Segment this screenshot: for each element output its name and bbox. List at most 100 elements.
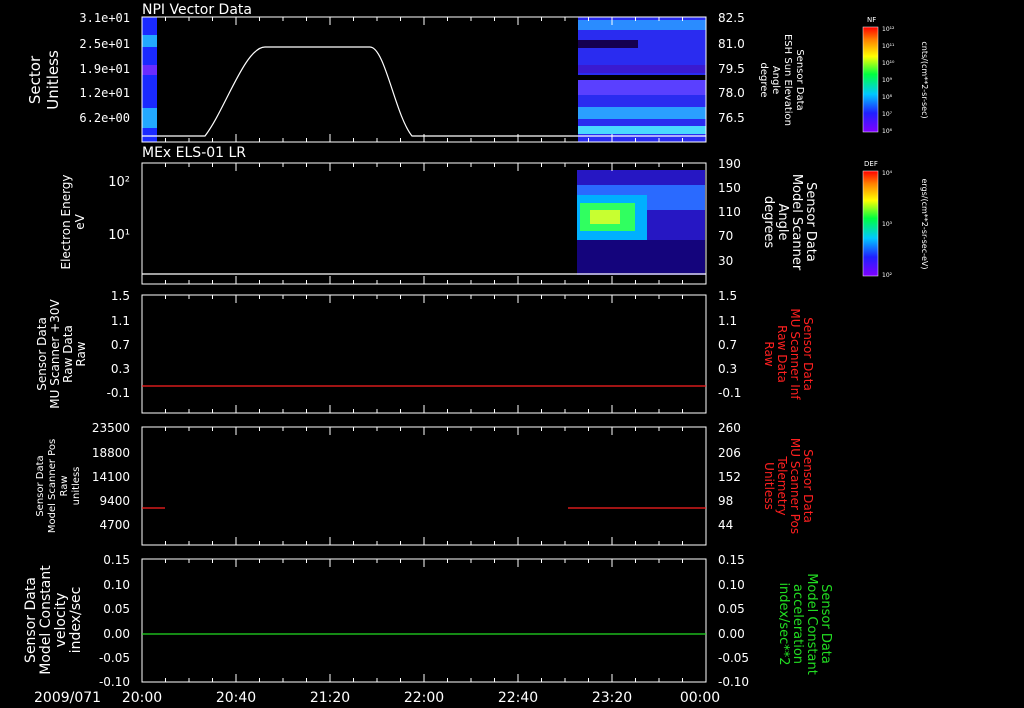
time-tick-label: 00:00 <box>680 690 720 706</box>
panel1-ytick: 2.5e+01 <box>79 37 130 51</box>
colorbar-nf-tick: 10⁶ <box>882 128 893 135</box>
panel1-data-band <box>578 80 706 95</box>
colorbar-nf-tick: 10⁹ <box>882 77 893 84</box>
panel3-ylabel-line: Raw Data <box>61 325 75 383</box>
panel2-heatmap <box>577 170 705 275</box>
panel3-ylabel-line: MU Scanner +30V <box>48 299 62 409</box>
panel2-ylabel-line: eV <box>73 213 87 229</box>
colorbar-def-gradient <box>862 170 879 277</box>
panel1-y2label-line: Angle <box>770 66 781 94</box>
panel2-data-peak <box>590 210 620 224</box>
panel5-ytick: -0.10 <box>99 675 130 689</box>
colorbar-def-tick: 10³ <box>882 221 893 228</box>
panel2-y2tick: 150 <box>718 181 741 195</box>
panel5-y2tick: 0.00 <box>718 627 745 641</box>
panel1-y2label-line: degree <box>758 62 769 97</box>
time-tick-label: 21:20 <box>310 690 350 706</box>
panel1-y2tick: 76.5 <box>718 111 745 125</box>
time-tick-label: 20:00 <box>122 690 162 706</box>
panel5-ytick: 0.10 <box>103 578 130 592</box>
colorbar-nf-gradient <box>862 26 879 133</box>
colorbar-def-tick: 10⁴ <box>882 170 893 177</box>
panel4-ylabel-line: Sensor Data <box>35 455 46 516</box>
panel2-ylabel-line: Electron Energy <box>59 174 73 269</box>
panel1-ylabel: Sector Unitless <box>26 50 62 110</box>
panel3-ytick: -0.1 <box>107 386 130 400</box>
panel5-y2tick: -0.10 <box>718 675 749 689</box>
panel4-yticks: 23500 18800 14100 9400 4700 <box>92 421 130 532</box>
panel1-y2label: Sensor Data ESH Sun Elevation Angle degr… <box>758 34 805 126</box>
colorbar-def-tick: 10² <box>882 272 893 279</box>
panel1-y2tick: 78.0 <box>718 86 745 100</box>
panel4-y2tick: 98 <box>718 494 733 508</box>
panel4-y2label: Sensor Data MU Scanner Pos Telemetry Uni… <box>762 438 815 534</box>
panel4-ytick: 18800 <box>92 446 130 460</box>
panel1-data-band <box>578 126 706 134</box>
chart-canvas: NPI Vector Data 3.1e+01 2.5e+01 1.9e+01 … <box>23 2 929 706</box>
colorbar-def-title: DEF <box>864 160 878 168</box>
panel1-ytick: 1.9e+01 <box>79 62 130 76</box>
panel3-ylabel-line: Sensor Data <box>35 317 49 391</box>
panel1-y2ticks: 82.5 81.0 79.5 78.0 76.5 <box>718 11 745 125</box>
panel1-y2tick: 79.5 <box>718 62 745 76</box>
panel5-y2label-line: Model Constant <box>804 573 819 675</box>
colorbar-nf-unit: cnts/(cm**2-sr-sec) <box>920 41 929 118</box>
panel5-y2label: Sensor Data Model Constant acceleration … <box>776 573 833 675</box>
panel5-y2ticks: 0.15 0.10 0.05 0.00 -0.05 -0.10 <box>718 553 749 689</box>
panel5-ytick: -0.05 <box>99 651 130 665</box>
panel5-ylabel-line: Model Constant <box>38 565 54 675</box>
panel4-ylabel-line: Raw <box>59 475 70 496</box>
panel4-ytick: 4700 <box>99 518 130 532</box>
panel1-data-band <box>142 108 157 128</box>
panel1-y2tick: 82.5 <box>718 11 745 25</box>
panel4-ytick: 14100 <box>92 470 130 484</box>
panel4-y2ticks: 260 206 152 98 44 <box>718 421 741 532</box>
panel5-y2label-line: acceleration <box>790 584 805 664</box>
panel2-title: MEx ELS-01 LR <box>142 145 246 161</box>
panel3-y2label-line: Raw <box>762 341 776 366</box>
panel3-y2tick: -0.1 <box>718 386 741 400</box>
panel2-y2label-line: Sensor Data <box>803 182 818 262</box>
panel2-y2tick: 30 <box>718 254 733 268</box>
panel3-y2label-line: Raw Data <box>775 325 789 383</box>
panel2-data-band <box>577 240 705 275</box>
panel3-ytick: 1.1 <box>111 314 130 328</box>
panel3-frame <box>141 294 707 414</box>
panel1-yticks: 3.1e+01 2.5e+01 1.9e+01 1.2e+01 6.2e+00 <box>79 11 130 125</box>
panel1-data-band <box>578 20 706 30</box>
panel4-ytick: 9400 <box>99 494 130 508</box>
panel4-y2label-line: Unitless <box>762 462 776 510</box>
panel3-y2label-line: MU Scanner Inf <box>788 308 802 400</box>
panel5-ylabel-line: velocity <box>53 593 69 648</box>
panel2-ytick: 10² <box>108 175 130 190</box>
colorbar-nf-tick: 10¹² <box>882 26 895 33</box>
panel4-y2tick: 260 <box>718 421 741 435</box>
panel3-ytick: 0.3 <box>111 362 130 376</box>
panel2-y2tick: 70 <box>718 229 733 243</box>
panel1-data-band <box>578 65 706 73</box>
panel1-ytick: 3.1e+01 <box>79 11 130 25</box>
panel4-ylabel-line: unitless <box>71 467 82 506</box>
panel1-y2label-line: ESH Sun Elevation <box>782 34 793 126</box>
panel1-data-band <box>578 40 638 48</box>
panel4-frame <box>141 426 707 546</box>
panel5-ylabel-line: Sensor Data <box>23 577 39 663</box>
panel2-y2label-line: degrees <box>761 196 776 249</box>
panel1-y2label-line: Sensor Data <box>794 49 805 110</box>
panel3-y2tick: 1.5 <box>718 289 737 303</box>
panel5-ylabel-line: index/sec <box>68 587 84 654</box>
panel4-y2tick: 44 <box>718 518 733 532</box>
panel5-yticks: 0.15 0.10 0.05 0.00 -0.05 -0.10 <box>99 553 130 689</box>
panel5-y2tick: 0.15 <box>718 553 745 567</box>
panel5-y2tick: 0.05 <box>718 602 745 616</box>
panel2-y2label: Sensor Data Model Scanner Angle degrees <box>761 174 818 271</box>
panel1-title: NPI Vector Data <box>142 2 252 18</box>
panel1-y2tick: 81.0 <box>718 37 745 51</box>
panel2-yticks: 10² 10¹ <box>108 175 130 243</box>
time-tick-label: 22:40 <box>498 690 538 706</box>
panel4-y2tick: 206 <box>718 446 741 460</box>
date-label: 2009/071 <box>34 690 101 706</box>
panel1-data-band <box>142 65 157 75</box>
panel2-y2ticks: 190 150 110 70 30 <box>718 157 741 268</box>
panel3-yticks: 1.5 1.1 0.7 0.3 -0.1 <box>107 289 130 400</box>
